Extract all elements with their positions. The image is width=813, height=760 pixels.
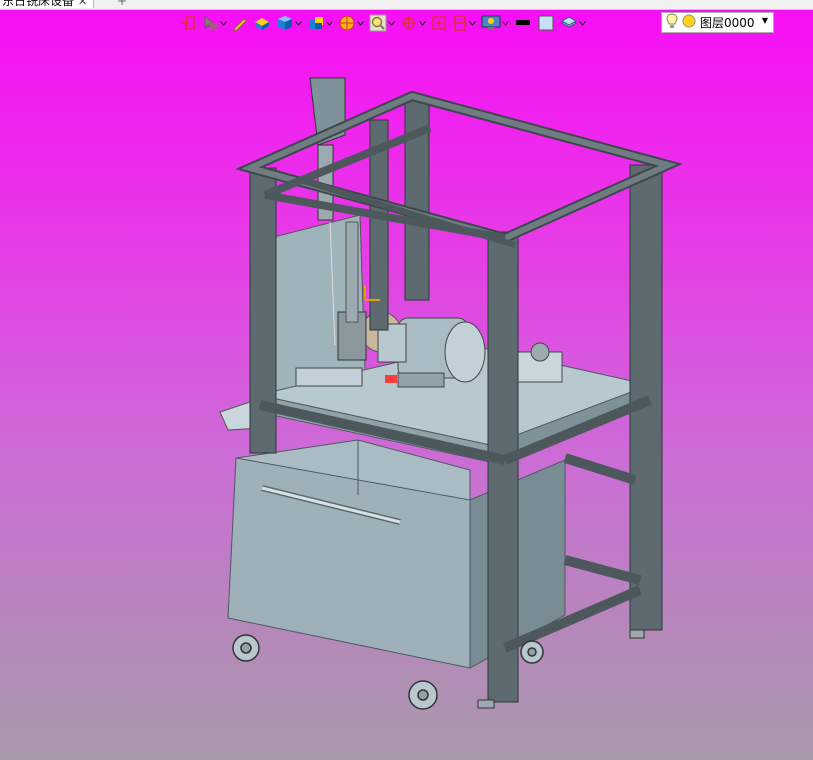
lightbulb-icon[interactable] <box>666 13 678 32</box>
chevron-down-icon[interactable] <box>357 12 364 34</box>
layer-select[interactable]: 图层0000 ▼ <box>661 12 774 33</box>
layer-stack-icon[interactable] <box>560 12 586 34</box>
dropdown-arrow-icon[interactable]: ▼ <box>762 16 768 25</box>
pencil-icon[interactable] <box>232 12 248 34</box>
fit-view-icon[interactable] <box>431 12 447 34</box>
tab-close-icon[interactable]: ✕ <box>78 0 87 8</box>
chevron-down-icon[interactable] <box>469 12 476 34</box>
line-color-icon[interactable] <box>514 12 532 34</box>
sphere-icon[interactable] <box>338 12 364 34</box>
display-mode-icon[interactable] <box>481 12 509 34</box>
zoom-icon[interactable] <box>369 12 395 34</box>
rotate-axis-icon[interactable] <box>400 12 426 34</box>
cube-icon[interactable] <box>276 12 302 34</box>
chevron-down-icon[interactable] <box>579 12 586 34</box>
chevron-down-icon[interactable] <box>295 12 302 34</box>
tab-title: 东日铣床设备 <box>2 0 75 8</box>
document-tab-bar: 东日铣床设备 ✕ + <box>0 0 813 10</box>
layer-status-icon[interactable] <box>682 14 696 31</box>
chevron-down-icon[interactable] <box>326 12 333 34</box>
fill-color-icon[interactable] <box>537 12 555 34</box>
solid-box-icon[interactable] <box>253 12 271 34</box>
layer-name: 图层0000 <box>700 16 755 30</box>
chevron-down-icon[interactable] <box>502 12 509 34</box>
view-toolbar <box>180 12 591 34</box>
chevron-down-icon[interactable] <box>419 12 426 34</box>
chevron-down-icon[interactable] <box>388 12 395 34</box>
insert-icon[interactable] <box>180 12 196 34</box>
chevron-down-icon[interactable] <box>220 12 227 34</box>
multi-cube-icon[interactable] <box>307 12 333 34</box>
section-icon[interactable] <box>452 12 476 34</box>
tab-document[interactable]: 东日铣床设备 ✕ <box>0 0 95 8</box>
3d-viewport[interactable] <box>0 0 813 760</box>
machine-model <box>219 77 683 710</box>
new-tab-icon[interactable]: + <box>117 0 127 8</box>
pointer-icon[interactable] <box>201 12 227 34</box>
